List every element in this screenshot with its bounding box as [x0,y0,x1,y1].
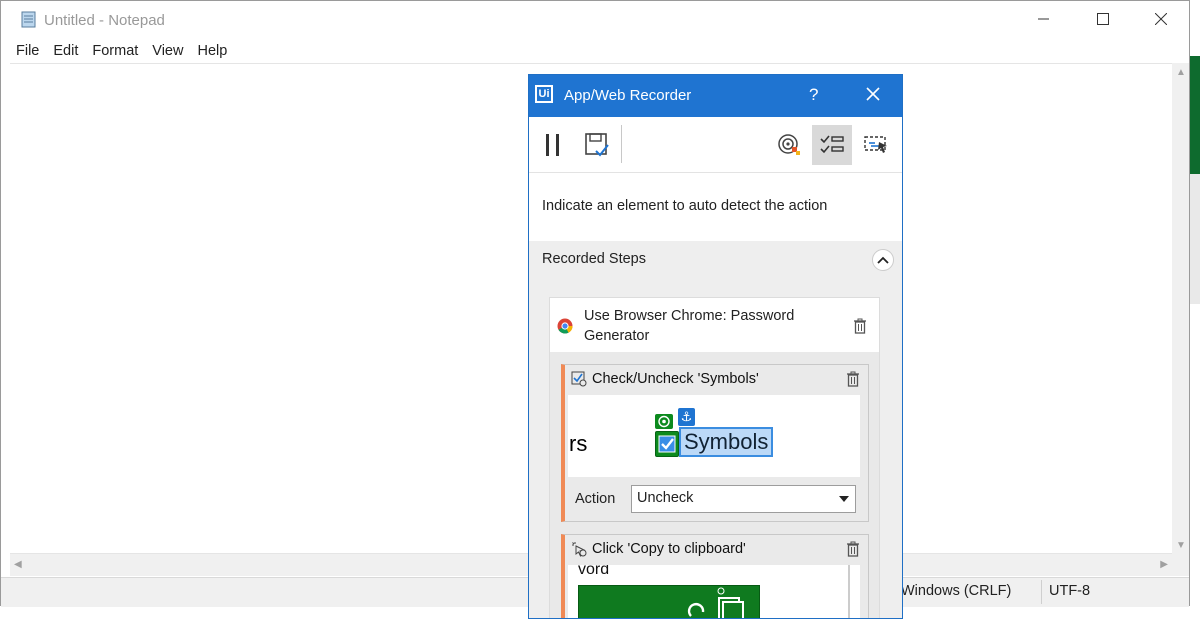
collapse-button[interactable] [872,249,894,271]
recorder-toolbar [529,117,902,173]
help-button[interactable]: ? [809,85,818,105]
menu-format[interactable]: Format [85,41,145,63]
pause-button[interactable] [533,125,573,165]
toolbar-separator [621,125,622,163]
trash-icon[interactable] [853,318,867,334]
menu-bar: File Edit Format View Help [9,41,234,63]
target-icon [778,134,800,155]
scroll-up-icon[interactable]: ▲ [1176,67,1186,78]
save-icon [585,133,609,157]
close-button[interactable] [1132,1,1190,39]
action-dropdown[interactable]: Uncheck [631,485,856,513]
anchor-icon: ⚓ [678,408,695,426]
menu-edit[interactable]: Edit [46,41,85,63]
browser-step-header: Use Browser Chrome: Password Generator [550,298,879,352]
uipath-logo-icon: Ui [535,85,553,103]
screen-scan-button[interactable] [856,125,896,165]
browser-step-title: Use Browser Chrome: Password Generator [584,308,795,344]
step-title: Click 'Copy to clipboard' [592,541,746,557]
minimize-button[interactable] [1015,1,1073,39]
recorder-title: App/Web Recorder [564,87,692,104]
app-web-recorder-dialog: Ui App/Web Recorder ? Indicate an elemen… [528,74,903,619]
step-header: Check/Uncheck 'Symbols' [565,365,865,393]
step-header: Click 'Copy to clipboard' [565,535,865,563]
recorder-hint: Indicate an element to auto detect the a… [542,198,828,214]
recorder-title-bar[interactable]: Ui App/Web Recorder ? [529,75,902,117]
vertical-scrollbar[interactable]: ▲ ▼ [1172,63,1189,553]
element-preview: rs ⚓ Symbols [568,395,860,477]
close-icon [1154,12,1168,28]
scrollbar-corner [1172,553,1189,576]
save-button[interactable] [577,125,617,165]
steps-list-icon [820,135,844,154]
pause-icon [546,134,559,156]
window-title: Untitled - Notepad [44,12,165,29]
checkbox-action-icon [571,371,587,387]
action-dropdown-value: Uncheck [637,490,694,506]
scroll-left-icon[interactable]: ◀ [14,559,22,570]
scroll-down-icon[interactable]: ▼ [1176,540,1186,551]
maximize-button[interactable] [1074,1,1132,39]
recorder-close-button[interactable] [862,83,884,105]
maximize-icon [1097,12,1109,28]
element-preview: vord [568,565,860,618]
menu-file[interactable]: File [9,41,46,63]
recorded-steps-panel: Recorded Steps Use Browser Chrome: Passw… [529,241,902,618]
target-button[interactable] [769,125,809,165]
status-encoding: UTF-8 [1049,583,1091,599]
chevron-up-icon [877,256,889,264]
status-line-ending: Windows (CRLF) [901,583,1012,599]
screen-scan-icon [864,136,887,153]
click-action-icon [571,541,587,557]
checked-checkbox [655,431,679,457]
steps-list-button[interactable] [812,125,852,165]
background-window-edge [1190,56,1200,174]
status-separator [1041,580,1042,604]
chevron-down-icon [839,496,849,502]
menu-view[interactable]: View [145,41,190,63]
title-bar[interactable]: Untitled - Notepad [1,1,1189,39]
preview-fragment-text: rs [569,431,588,456]
menu-help[interactable]: Help [190,41,234,63]
notepad-icon [21,10,37,28]
highlighted-element-label: Symbols [679,427,774,457]
background-window-edge [1190,174,1200,304]
close-icon [866,87,880,101]
scroll-right-icon[interactable]: ▶ [1160,559,1168,570]
step-title: Check/Uncheck 'Symbols' [592,371,759,387]
step-card-click-copy[interactable]: Click 'Copy to clipboard' vord [561,534,869,618]
action-label: Action [575,491,616,507]
preview-divider [848,565,850,618]
trash-icon[interactable] [846,541,860,557]
minimize-icon [1038,12,1050,28]
target-marker [655,414,673,429]
preview-fragment-text: vord [578,565,610,578]
browser-step-card[interactable]: Use Browser Chrome: Password Generator C… [549,297,880,618]
trash-icon[interactable] [846,371,860,387]
recorded-steps-header: Recorded Steps [542,251,646,267]
chrome-icon [557,318,573,334]
step-card-check-uncheck[interactable]: Check/Uncheck 'Symbols' rs ⚓ Symbols Act… [561,364,869,522]
